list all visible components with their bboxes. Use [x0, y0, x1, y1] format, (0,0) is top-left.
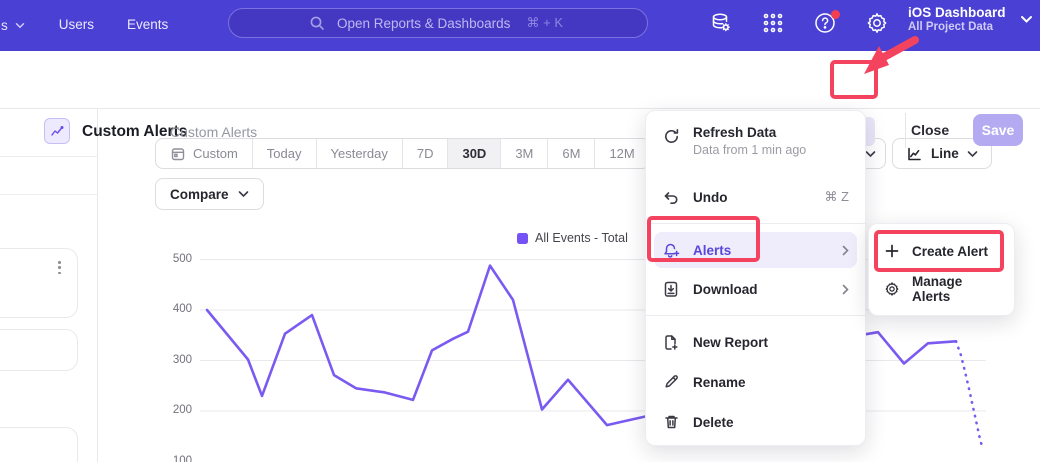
database-icon — [709, 11, 733, 35]
notification-dot — [831, 10, 840, 19]
refresh-icon — [662, 128, 680, 145]
range-3m[interactable]: 3M — [501, 139, 548, 168]
chevron-down-icon — [1020, 15, 1033, 24]
top-navigation-bar: s Users Events Open Reports & Dashboards… — [0, 0, 1040, 51]
alerts-submenu: Create Alert Manage Alerts — [868, 223, 1015, 316]
calendar-icon — [170, 146, 186, 162]
close-button[interactable]: Close — [911, 122, 949, 138]
nav-item-users[interactable]: Users — [59, 17, 94, 34]
bell-plus-icon — [662, 242, 680, 259]
settings-button[interactable] — [864, 10, 890, 36]
sidebar-card[interactable] — [0, 427, 78, 462]
report-header: Custom Alerts Custom Alerts GV Duplicate… — [0, 51, 1040, 109]
project-name: iOS Dashboard — [908, 5, 1006, 20]
search-icon — [309, 15, 325, 31]
gear-icon — [865, 11, 889, 35]
range-30d[interactable]: 30D — [448, 139, 501, 168]
trash-icon — [662, 414, 680, 430]
date-range-control: Custom Today Yesterday 7D 30D 3M 6M 12M — [155, 138, 650, 169]
kebab-menu-icon[interactable] — [58, 261, 61, 274]
menu-item-alerts[interactable]: Alerts — [654, 232, 857, 268]
menu-item-undo[interactable]: Undo ⌘ Z — [646, 179, 865, 215]
range-6m[interactable]: 6M — [548, 139, 595, 168]
context-menu: Refresh Data Data from 1 min ago Undo ⌘ … — [645, 110, 866, 446]
y-axis-tick: 200 — [156, 404, 192, 416]
range-12m[interactable]: 12M — [595, 139, 648, 168]
chevron-down-icon — [967, 150, 978, 158]
chart-legend: All Events - Total — [517, 231, 628, 245]
project-switcher[interactable]: iOS Dashboard All Project Data — [908, 5, 1033, 33]
apps-grid-button[interactable] — [760, 10, 786, 36]
chevron-right-icon — [842, 284, 849, 295]
chevron-down-icon — [865, 150, 876, 158]
menu-divider — [646, 223, 865, 224]
chevron-down-icon — [238, 190, 249, 198]
menu-item-delete[interactable]: Delete — [646, 404, 865, 440]
menu-item-download[interactable]: Download — [646, 271, 865, 307]
sidebar-divider — [0, 194, 98, 195]
undo-icon — [662, 190, 680, 205]
breadcrumb: Custom Alerts — [170, 124, 257, 140]
line-chart-icon — [906, 146, 923, 162]
legend-swatch-icon — [517, 233, 528, 244]
header-divider — [905, 113, 906, 148]
menu-divider — [646, 315, 865, 316]
search-placeholder: Open Reports & Dashboards — [337, 16, 510, 31]
new-report-icon — [662, 334, 680, 351]
legend-label: All Events - Total — [535, 231, 628, 245]
submenu-item-manage-alerts[interactable]: Manage Alerts — [869, 270, 1014, 308]
y-axis-tick: 500 — [156, 253, 192, 265]
search-shortcut: ⌘ + K — [527, 15, 564, 31]
data-management-button[interactable] — [708, 10, 734, 36]
nav-item-events[interactable]: Events — [127, 17, 168, 34]
range-custom[interactable]: Custom — [156, 139, 253, 168]
left-sidebar — [0, 109, 98, 462]
y-axis-tick: 300 — [156, 354, 192, 366]
menu-item-rename[interactable]: Rename — [646, 364, 865, 400]
gear-icon — [884, 281, 900, 297]
sidebar-divider — [0, 156, 98, 157]
plus-icon — [884, 244, 900, 258]
search-input[interactable]: Open Reports & Dashboards ⌘ + K — [228, 8, 648, 38]
app-window: 500 400 300 200 100 All Events - Total Custo… — [0, 0, 1040, 462]
download-icon — [662, 281, 680, 298]
y-axis-tick: 400 — [156, 303, 192, 315]
apps-grid-icon — [762, 12, 784, 34]
board-icon — [44, 118, 70, 144]
submenu-item-create-alert[interactable]: Create Alert — [869, 232, 1014, 270]
menu-item-new-report[interactable]: New Report — [646, 324, 865, 360]
range-today[interactable]: Today — [253, 139, 317, 168]
menu-item-refresh-data[interactable]: Refresh Data Data from 1 min ago — [646, 120, 865, 168]
range-yesterday[interactable]: Yesterday — [317, 139, 403, 168]
y-axis-tick: 100 — [156, 455, 192, 462]
compare-button[interactable]: Compare — [155, 178, 264, 210]
menu-item-sublabel: Data from 1 min ago — [693, 143, 806, 157]
sidebar-card[interactable] — [0, 248, 78, 318]
pencil-icon — [662, 374, 680, 390]
nav-item-truncated[interactable]: s — [1, 18, 25, 33]
chevron-right-icon — [842, 245, 849, 256]
project-scope: All Project Data — [908, 21, 1006, 33]
chevron-down-icon — [15, 22, 25, 29]
help-button[interactable] — [812, 10, 838, 36]
sidebar-card[interactable] — [0, 329, 78, 371]
range-7d[interactable]: 7D — [403, 139, 449, 168]
save-button[interactable]: Save — [973, 114, 1023, 146]
menu-shortcut: ⌘ Z — [824, 189, 849, 205]
